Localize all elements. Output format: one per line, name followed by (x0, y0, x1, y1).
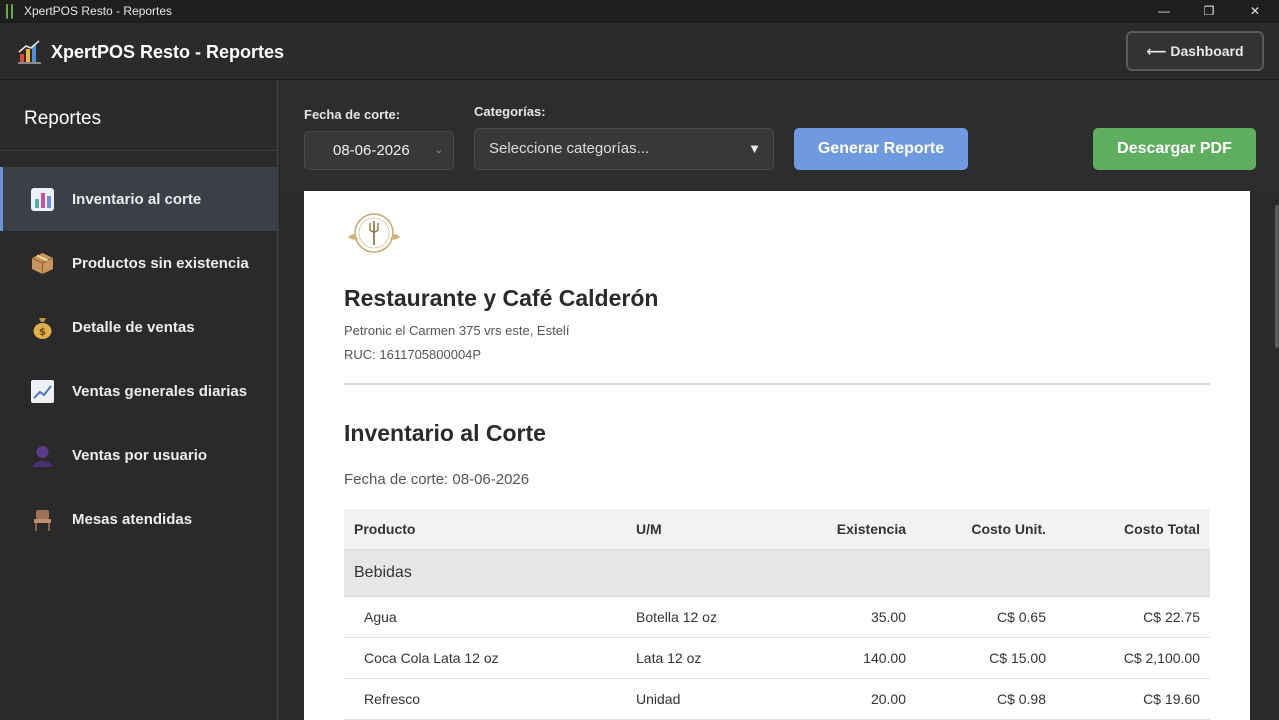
cell-um: Unidad (626, 678, 776, 720)
cell-producto: Coca Cola Lata 12 oz (344, 637, 626, 679)
dashboard-button[interactable]: ⟵ Dashboard (1126, 31, 1264, 71)
sidebar-item-label: Productos sin existencia (72, 255, 249, 272)
sidebar-item-label: Ventas por usuario (72, 447, 208, 464)
category-label: Categorías: (474, 104, 546, 119)
app-icon (6, 4, 16, 19)
sidebar-item-ventas-generales-diarias[interactable]: Ventas generales diarias (0, 359, 277, 423)
minimize-button[interactable]: — (1141, 0, 1187, 23)
window-title: XpertPOS Resto - Reportes (24, 4, 173, 18)
cell-um: Lata 12 oz (626, 637, 776, 679)
package-icon (31, 253, 54, 274)
sidebar-item-label: Detalle de ventas (72, 319, 195, 336)
cell-producto: Refresco (344, 678, 626, 720)
restore-button[interactable]: ❐ (1186, 0, 1232, 23)
app-header: XpertPOS Resto - Reportes ⟵ Dashboard (0, 23, 1279, 80)
cell-producto: Agua (344, 596, 626, 638)
sidebar-item-detalle-de-ventas[interactable]: $ Detalle de ventas (0, 295, 277, 359)
cell-costo-total: C$ 2,100.00 (1056, 637, 1210, 679)
sidebar-item-inventario-al-corte[interactable]: Inventario al corte (0, 167, 277, 231)
svg-text:$: $ (39, 327, 46, 338)
bar-chart-icon (31, 188, 54, 211)
sidebar-divider (0, 150, 277, 151)
cell-costo-unit: C$ 0.98 (916, 678, 1056, 720)
cell-existencia: 140.00 (776, 637, 916, 679)
column-header-producto: Producto (344, 509, 626, 550)
chevron-down-icon: ⌄ (434, 145, 443, 156)
generate-report-button[interactable]: Generar Reporte (794, 128, 968, 170)
table-header-row: Producto U/M Existencia Costo Unit. Cost… (344, 509, 1210, 550)
money-bag-icon: $ (33, 318, 52, 339)
sidebar-item-ventas-por-usuario[interactable]: Ventas por usuario (0, 423, 277, 487)
cell-costo-unit: C$ 15.00 (916, 637, 1056, 679)
vertical-scrollbar[interactable] (1275, 205, 1279, 348)
divider (344, 383, 1210, 385)
bar-chart-logo-icon (18, 40, 41, 64)
column-header-existencia: Existencia (776, 509, 916, 550)
report-page: Restaurante y Café Calderón Petronic el … (304, 191, 1250, 720)
business-name: Restaurante y Café Calderón (344, 285, 659, 311)
category-name: Bebidas (344, 549, 1210, 597)
window-titlebar: XpertPOS Resto - Reportes — ❐ ✕ (0, 0, 1279, 23)
sidebar-title: Reportes (24, 108, 102, 129)
report-preview-area[interactable]: Restaurante y Café Calderón Petronic el … (280, 191, 1279, 720)
business-ruc: RUC: 1611705800004P (344, 347, 482, 362)
category-placeholder: Seleccione categorías... (489, 140, 650, 157)
dropdown-arrow-icon: ▼ (748, 141, 761, 156)
sidebar-item-label: Inventario al corte (72, 191, 202, 208)
category-row: Bebidas (344, 549, 1210, 597)
business-address: Petronic el Carmen 375 vrs este, Estelí (344, 323, 570, 338)
sidebar: Reportes Inventario al corte Productos s… (0, 80, 279, 720)
inventory-table: Producto U/M Existencia Costo Unit. Cost… (344, 509, 1210, 720)
cell-existencia: 35.00 (776, 596, 916, 638)
date-input[interactable]: 08-06-2026 ⌄ (304, 131, 454, 170)
download-pdf-button[interactable]: Descargar PDF (1093, 128, 1256, 170)
cell-um: Botella 12 oz (626, 596, 776, 638)
category-select[interactable]: Seleccione categorías... ▼ (474, 128, 774, 170)
trend-chart-icon (31, 380, 54, 403)
cell-costo-total: C$ 19.60 (1056, 678, 1210, 720)
report-title: Inventario al Corte (344, 420, 546, 446)
table-row: Coca Cola Lata 12 oz Lata 12 oz 140.00 C… (344, 637, 1210, 679)
column-header-costo-unit: Costo Unit. (916, 509, 1056, 550)
cell-existencia: 20.00 (776, 678, 916, 720)
report-toolbar: Fecha de corte: 08-06-2026 ⌄ Categorías:… (280, 80, 1279, 191)
sidebar-item-mesas-atendidas[interactable]: Mesas atendidas (0, 487, 277, 551)
report-date: Fecha de corte: 08-06-2026 (344, 471, 530, 488)
date-label: Fecha de corte: (304, 107, 401, 122)
date-value: 08-06-2026 (333, 142, 410, 159)
table-row: Refresco Unidad 20.00 C$ 0.98 C$ 19.60 (344, 678, 1210, 720)
column-header-costo-total: Costo Total (1056, 509, 1210, 550)
chair-icon (34, 510, 51, 531)
header-title: XpertPOS Resto - Reportes (51, 42, 285, 62)
user-icon (33, 446, 52, 467)
cell-costo-unit: C$ 0.65 (916, 596, 1056, 638)
sidebar-item-label: Mesas atendidas (72, 511, 193, 528)
sidebar-item-label: Ventas generales diarias (72, 383, 248, 400)
restaurant-logo-icon (348, 213, 400, 253)
cell-costo-total: C$ 22.75 (1056, 596, 1210, 638)
close-button[interactable]: ✕ (1232, 0, 1278, 23)
sidebar-item-productos-sin-existencia[interactable]: Productos sin existencia (0, 231, 277, 295)
column-header-um: U/M (626, 509, 776, 550)
table-row: Agua Botella 12 oz 35.00 C$ 0.65 C$ 22.7… (344, 596, 1210, 638)
